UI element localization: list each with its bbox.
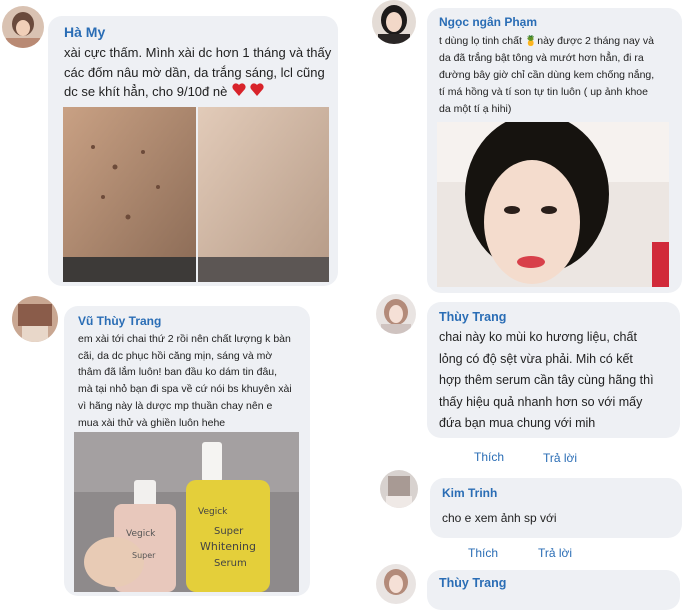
avatar-thuy-trang-2-image xyxy=(376,564,416,604)
commenter-name[interactable]: Ngọc ngân Phạm xyxy=(439,15,537,29)
avatar-ngoc-ngan-pham-image xyxy=(372,0,416,44)
comment-text-after: này được 2 tháng nay và da đã trắng bật … xyxy=(439,35,655,115)
avatar-ngoc-ngan-pham[interactable] xyxy=(372,0,416,44)
avatar-thuy-trang[interactable] xyxy=(376,294,416,334)
commenter-name[interactable]: Thùy Trang xyxy=(439,576,506,590)
commenter-name[interactable]: Hà My xyxy=(64,24,105,40)
comment-bubble-ha-my: Hà My xài cực thấm. Mình xài dc hơn 1 th… xyxy=(48,16,338,286)
comment-text-before: t dùng lọ tinh chất xyxy=(439,35,522,47)
comment-text: xài cực thấm. Mình xài dc hơn 1 tháng và… xyxy=(64,45,332,99)
commenter-name[interactable]: Thùy Trang xyxy=(439,310,506,324)
like-button[interactable]: Thích xyxy=(468,546,498,560)
skin-before-photo[interactable] xyxy=(63,107,196,282)
avatar-vu-thuy-trang-image xyxy=(12,296,58,342)
comment-text: em xài tới chai thứ 2 rồi nên chất lượng… xyxy=(78,333,292,429)
avatar-ha-my[interactable] xyxy=(2,6,44,48)
skin-after-photo[interactable] xyxy=(198,107,329,282)
like-button[interactable]: Thích xyxy=(474,450,504,464)
comment-bubble-thuy-trang: Thùy Trang chai này ko mùi ko hương liệu… xyxy=(427,302,680,438)
heart-emoji xyxy=(231,82,267,98)
reply-button[interactable]: Trả lời xyxy=(543,451,577,465)
commenter-name[interactable]: Kim Trinh xyxy=(442,486,497,500)
bottle-label-yellow-brand: Vegick xyxy=(198,507,228,517)
bottle-label-yellow-type: Whitening xyxy=(200,540,256,553)
avatar-ha-my-image xyxy=(2,6,44,48)
reply-button[interactable]: Trả lời xyxy=(538,546,572,560)
comment-bubble-thuy-trang-2: Thùy Trang xyxy=(427,570,680,610)
avatar-kim-trinh[interactable] xyxy=(380,470,418,508)
comment-text: chai này ko mùi ko hương liệu, chất lỏng… xyxy=(439,330,654,430)
commenter-name[interactable]: Vũ Thùy Trang xyxy=(78,314,161,328)
avatar-thuy-trang-image xyxy=(376,294,416,334)
comment-bubble-kim-trinh: Kim Trinh cho e xem ảnh sp với xyxy=(430,478,682,538)
bottle-label-pink-line: Super xyxy=(132,551,156,560)
avatar-vu-thuy-trang[interactable] xyxy=(12,296,58,342)
bottle-label-yellow-serum: Serum xyxy=(214,558,247,569)
pineapple-emoji: 🍍 xyxy=(524,36,538,47)
comment-bubble-ngoc-ngan-pham: Ngọc ngân Phạm t dùng lọ tinh chất 🍍này … xyxy=(427,8,682,293)
bottle-label-pink-brand: Vegick xyxy=(126,529,156,539)
selfie-photo[interactable] xyxy=(437,122,669,287)
avatar-kim-trinh-image xyxy=(380,470,418,508)
avatar-thuy-trang-2[interactable] xyxy=(376,564,416,604)
comment-bubble-vu-thuy-trang: Vũ Thùy Trang em xài tới chai thứ 2 rồi … xyxy=(64,306,310,596)
bottle-label-yellow-line: Super xyxy=(214,526,244,537)
serum-bottles-photo[interactable]: Vegick Super Vegick Super Whitening Seru… xyxy=(74,432,299,592)
comment-text: cho e xem ảnh sp với xyxy=(442,511,557,525)
comment-text: t dùng lọ tinh chất 🍍này được 2 tháng na… xyxy=(439,33,679,118)
